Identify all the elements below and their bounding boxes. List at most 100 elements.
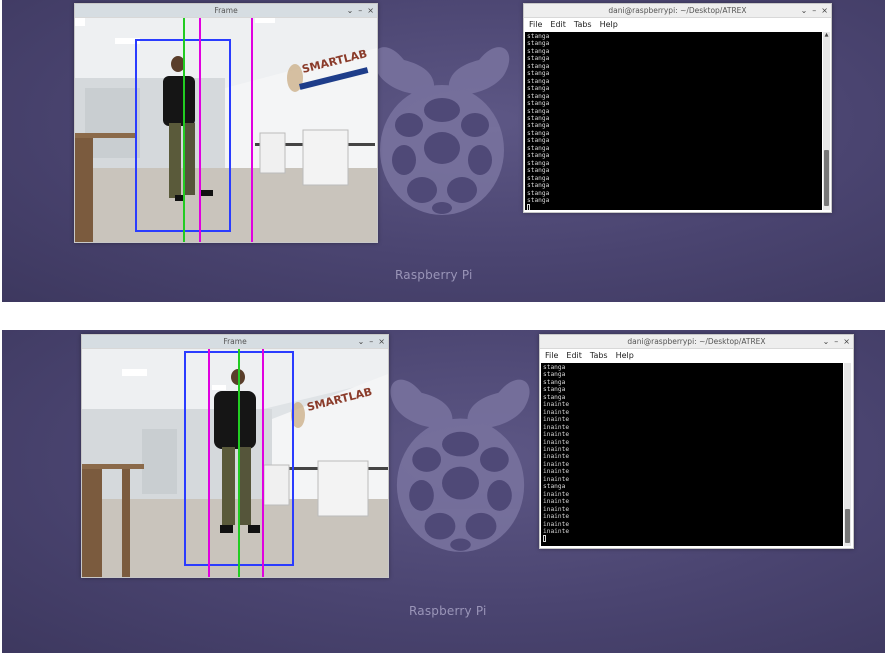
terminal-line: stanga bbox=[543, 483, 566, 491]
terminal-line: stanga bbox=[527, 114, 550, 122]
minimize-icon[interactable]: – bbox=[358, 4, 362, 17]
menu-edit[interactable]: Edit bbox=[566, 349, 582, 362]
terminal-line: stanga bbox=[527, 167, 550, 175]
terminal-line: stanga bbox=[527, 33, 550, 40]
terminal-line: inainte bbox=[543, 423, 570, 431]
terminal-titlebar[interactable]: dani@raspberrypi: ~/Desktop/ATREX ⌄ – × bbox=[524, 4, 831, 18]
terminal-line: stanga bbox=[543, 393, 566, 401]
menu-help[interactable]: Help bbox=[600, 18, 618, 31]
frame-title: Frame bbox=[214, 6, 238, 15]
desktop-brand-label: Raspberry Pi bbox=[409, 604, 487, 618]
menu-tabs[interactable]: Tabs bbox=[574, 18, 592, 31]
terminal-window[interactable]: dani@raspberrypi: ~/Desktop/ATREX ⌄ – × … bbox=[523, 3, 832, 213]
close-icon[interactable]: × bbox=[821, 4, 828, 17]
menu-file[interactable]: File bbox=[529, 18, 542, 31]
minimize-menu-icon[interactable]: ⌄ bbox=[347, 4, 354, 17]
raspberry-pi-logo-icon bbox=[373, 47, 510, 215]
terminal-line: stanga bbox=[527, 40, 550, 48]
scrollbar-thumb[interactable] bbox=[824, 150, 829, 206]
terminal-scrollbar[interactable] bbox=[844, 363, 851, 546]
menu-edit[interactable]: Edit bbox=[550, 18, 566, 31]
terminal-line: stanga bbox=[527, 137, 550, 145]
close-icon[interactable]: × bbox=[378, 335, 385, 348]
terminal-line: inainte bbox=[543, 408, 570, 416]
terminal-cursor bbox=[543, 535, 841, 543]
terminal-line: stanga bbox=[527, 85, 550, 93]
frame-window[interactable]: Frame ⌄ – × SMARTLAB bbox=[81, 334, 389, 578]
desktop-brand-label: Raspberry Pi bbox=[395, 268, 473, 282]
terminal-line: stanga bbox=[527, 189, 550, 197]
left-threshold-line bbox=[208, 349, 210, 577]
left-threshold-line bbox=[199, 18, 201, 242]
desktop-screenshot-1: Raspberry Pi Frame ⌄ – × SMARTLAB dani@r… bbox=[2, 0, 885, 302]
terminal-line: stanga bbox=[527, 62, 550, 70]
minimize-icon[interactable]: – bbox=[369, 335, 373, 348]
camera-feed: SMARTLAB bbox=[82, 349, 388, 577]
terminal-line: inainte bbox=[543, 438, 570, 446]
minimize-icon[interactable]: – bbox=[812, 4, 816, 17]
desktop-screenshot-2: Raspberry Pi Frame ⌄ – × SMARTLAB dani@r… bbox=[2, 330, 885, 653]
center-line bbox=[238, 349, 240, 577]
terminal-line: stanga bbox=[527, 100, 550, 108]
terminal-line: inainte bbox=[543, 475, 570, 483]
terminal-cursor bbox=[527, 204, 820, 210]
terminal-line: stanga bbox=[543, 364, 566, 371]
minimize-icon[interactable]: – bbox=[834, 335, 838, 348]
terminal-line: stanga bbox=[543, 378, 566, 386]
terminal-line: stanga bbox=[543, 371, 566, 379]
terminal-menubar: File Edit Tabs Help bbox=[540, 349, 853, 362]
terminal-line: inainte bbox=[543, 490, 570, 498]
frame-titlebar[interactable]: Frame ⌄ – × bbox=[82, 335, 388, 349]
terminal-line: inainte bbox=[543, 445, 570, 453]
terminal-line: inainte bbox=[543, 505, 570, 513]
menu-file[interactable]: File bbox=[545, 349, 558, 362]
scrollbar-thumb[interactable] bbox=[845, 509, 850, 543]
scroll-up-icon[interactable]: ▲ bbox=[823, 32, 830, 38]
terminal-line: stanga bbox=[527, 152, 550, 160]
terminal-menubar: File Edit Tabs Help bbox=[524, 18, 831, 31]
terminal-line: stanga bbox=[527, 92, 550, 100]
terminal-line: inainte bbox=[543, 416, 570, 424]
terminal-line: stanga bbox=[527, 144, 550, 152]
terminal-line: stanga bbox=[527, 47, 550, 55]
terminal-line: stanga bbox=[527, 122, 550, 130]
right-threshold-line bbox=[251, 18, 253, 242]
terminal-title: dani@raspberrypi: ~/Desktop/ATREX bbox=[608, 6, 747, 15]
frame-window[interactable]: Frame ⌄ – × SMARTLAB bbox=[74, 3, 378, 243]
terminal-line: stanga bbox=[527, 77, 550, 85]
terminal-window[interactable]: dani@raspberrypi: ~/Desktop/ATREX ⌄ – × … bbox=[539, 334, 854, 549]
menu-help[interactable]: Help bbox=[616, 349, 634, 362]
terminal-line: inainte bbox=[543, 453, 570, 461]
right-threshold-line bbox=[262, 349, 264, 577]
terminal-title: dani@raspberrypi: ~/Desktop/ATREX bbox=[627, 337, 766, 346]
minimize-menu-icon[interactable]: ⌄ bbox=[358, 335, 365, 348]
terminal-line: inainte bbox=[543, 460, 570, 468]
center-line bbox=[183, 18, 185, 242]
terminal-line: stanga bbox=[527, 129, 550, 137]
camera-feed: SMARTLAB bbox=[75, 18, 377, 242]
terminal-output[interactable]: stanga stanga stanga stanga stanga inainte ina… bbox=[541, 363, 843, 546]
frame-title: Frame bbox=[223, 337, 247, 346]
terminal-line: inainte bbox=[543, 431, 570, 439]
terminal-titlebar[interactable]: dani@raspberrypi: ~/Desktop/ATREX ⌄ – × bbox=[540, 335, 853, 349]
terminal-line: inainte bbox=[543, 513, 570, 521]
terminal-line: inainte bbox=[543, 401, 570, 409]
menu-tabs[interactable]: Tabs bbox=[590, 349, 608, 362]
terminal-line: stanga bbox=[543, 386, 566, 394]
terminal-line: inainte bbox=[543, 520, 570, 528]
terminal-output[interactable]: stanga stanga stanga stanga stanga stanga stan… bbox=[525, 32, 822, 210]
frame-titlebar[interactable]: Frame ⌄ – × bbox=[75, 4, 377, 18]
close-icon[interactable]: × bbox=[843, 335, 850, 348]
minimize-menu-icon[interactable]: ⌄ bbox=[823, 335, 830, 348]
close-icon[interactable]: × bbox=[367, 4, 374, 17]
raspberry-pi-logo-icon bbox=[390, 379, 530, 552]
terminal-line: stanga bbox=[527, 174, 550, 182]
terminal-line: stanga bbox=[527, 182, 550, 190]
terminal-line: inainte bbox=[543, 527, 570, 535]
terminal-scrollbar[interactable]: ▲ bbox=[823, 32, 830, 210]
minimize-menu-icon[interactable]: ⌄ bbox=[801, 4, 808, 17]
terminal-line: stanga bbox=[527, 196, 550, 204]
terminal-line: inainte bbox=[543, 498, 570, 506]
terminal-line: stanga bbox=[527, 70, 550, 78]
terminal-line: inainte bbox=[543, 468, 570, 476]
